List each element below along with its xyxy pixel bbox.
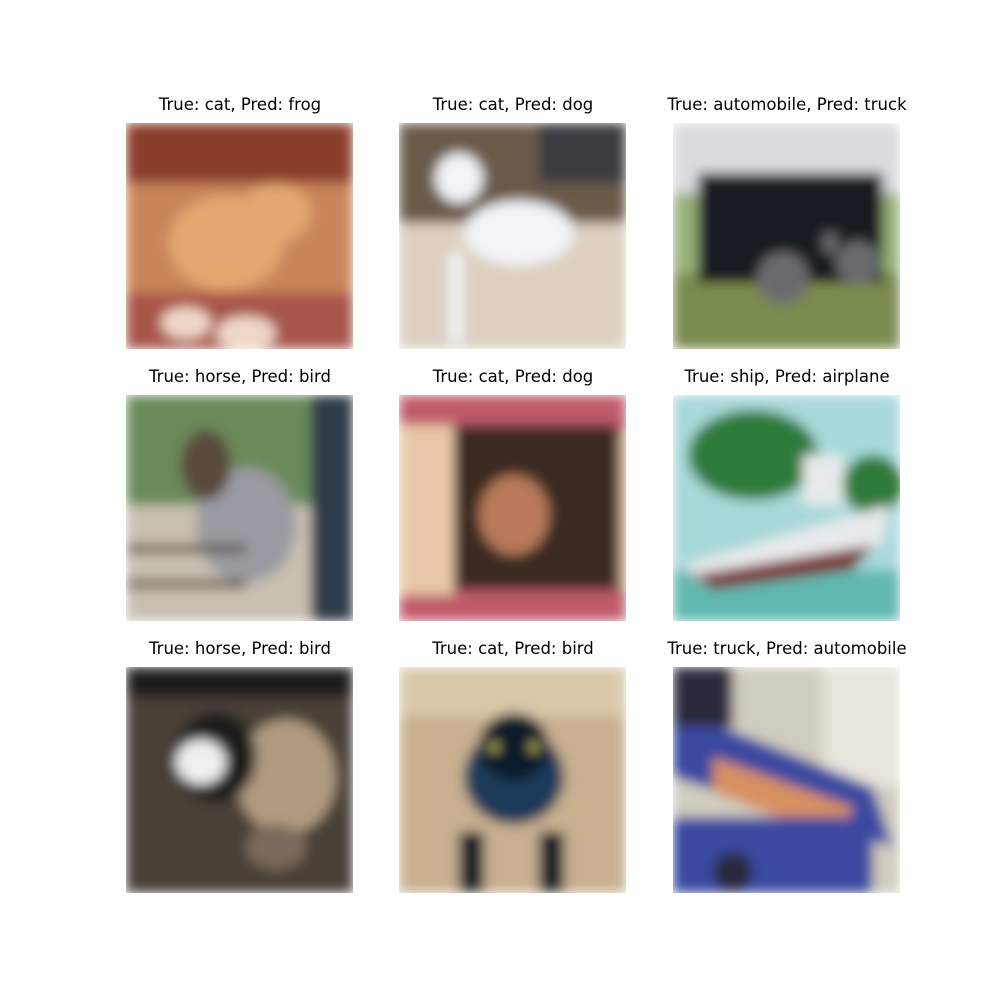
image-region — [399, 667, 626, 717]
image-region — [176, 739, 226, 785]
panel-title: True: horse, Pred: bird — [149, 639, 331, 658]
panel-image — [126, 395, 353, 621]
image-region — [459, 832, 484, 892]
image-region — [479, 475, 549, 555]
image-region — [241, 183, 311, 243]
image-region — [539, 832, 564, 892]
image-region — [216, 316, 276, 349]
image-region — [688, 410, 818, 500]
panel-image — [673, 667, 900, 893]
panel-title: True: truck, Pred: automobile — [667, 639, 907, 658]
panel-title: True: automobile, Pred: truck — [667, 95, 907, 114]
panel-5: True: cat, Pred: dog — [376, 365, 650, 625]
image-region — [490, 743, 498, 751]
panel-image — [399, 123, 626, 349]
image-region — [836, 241, 880, 285]
panel-1: True: cat, Pred: frog — [103, 93, 377, 353]
image-region — [126, 545, 246, 553]
panel-image — [399, 395, 626, 621]
image-region — [823, 667, 900, 787]
panel-image — [673, 395, 900, 621]
image-region — [673, 817, 873, 893]
panel-title: True: cat, Pred: bird — [432, 639, 594, 658]
panel-title: True: horse, Pred: bird — [149, 367, 331, 386]
panel-title: True: cat, Pred: dog — [432, 367, 594, 386]
panel-title: True: cat, Pred: frog — [158, 95, 322, 114]
image-region — [530, 743, 538, 751]
panel-image — [399, 667, 626, 893]
panel-2: True: cat, Pred: dog — [376, 93, 650, 353]
image-region — [311, 395, 353, 621]
image-region — [823, 233, 837, 253]
image-region — [435, 153, 483, 203]
panel-6: True: ship, Pred: airplane — [650, 365, 924, 625]
image-region — [181, 430, 231, 500]
image-region — [464, 200, 574, 266]
panel-image — [673, 123, 900, 349]
panel-title: True: cat, Pred: dog — [432, 95, 594, 114]
panel-3: True: automobile, Pred: truck — [650, 93, 924, 353]
panel-9: True: truck, Pred: automobile — [650, 637, 924, 897]
image-region — [126, 123, 353, 183]
panel-4: True: horse, Pred: bird — [103, 365, 377, 625]
image-region — [449, 253, 463, 343]
image-region — [246, 824, 306, 870]
image-region — [673, 667, 733, 727]
panel-title: True: ship, Pred: airplane — [684, 367, 890, 386]
image-region — [757, 252, 809, 304]
image-region — [803, 455, 843, 505]
image-grid-figure: True: cat, Pred: frog True: cat, Pred: d… — [0, 0, 1000, 1000]
image-region — [713, 852, 753, 892]
panel-7: True: horse, Pred: bird — [103, 637, 377, 897]
panel-8: True: cat, Pred: bird — [376, 637, 650, 897]
image-region — [539, 123, 626, 183]
image-region — [126, 580, 246, 588]
panel-image — [126, 123, 353, 349]
image-region — [399, 425, 454, 595]
image-region — [479, 713, 549, 781]
panel-image — [126, 667, 353, 893]
image-region — [161, 307, 211, 339]
image-region — [126, 667, 353, 697]
